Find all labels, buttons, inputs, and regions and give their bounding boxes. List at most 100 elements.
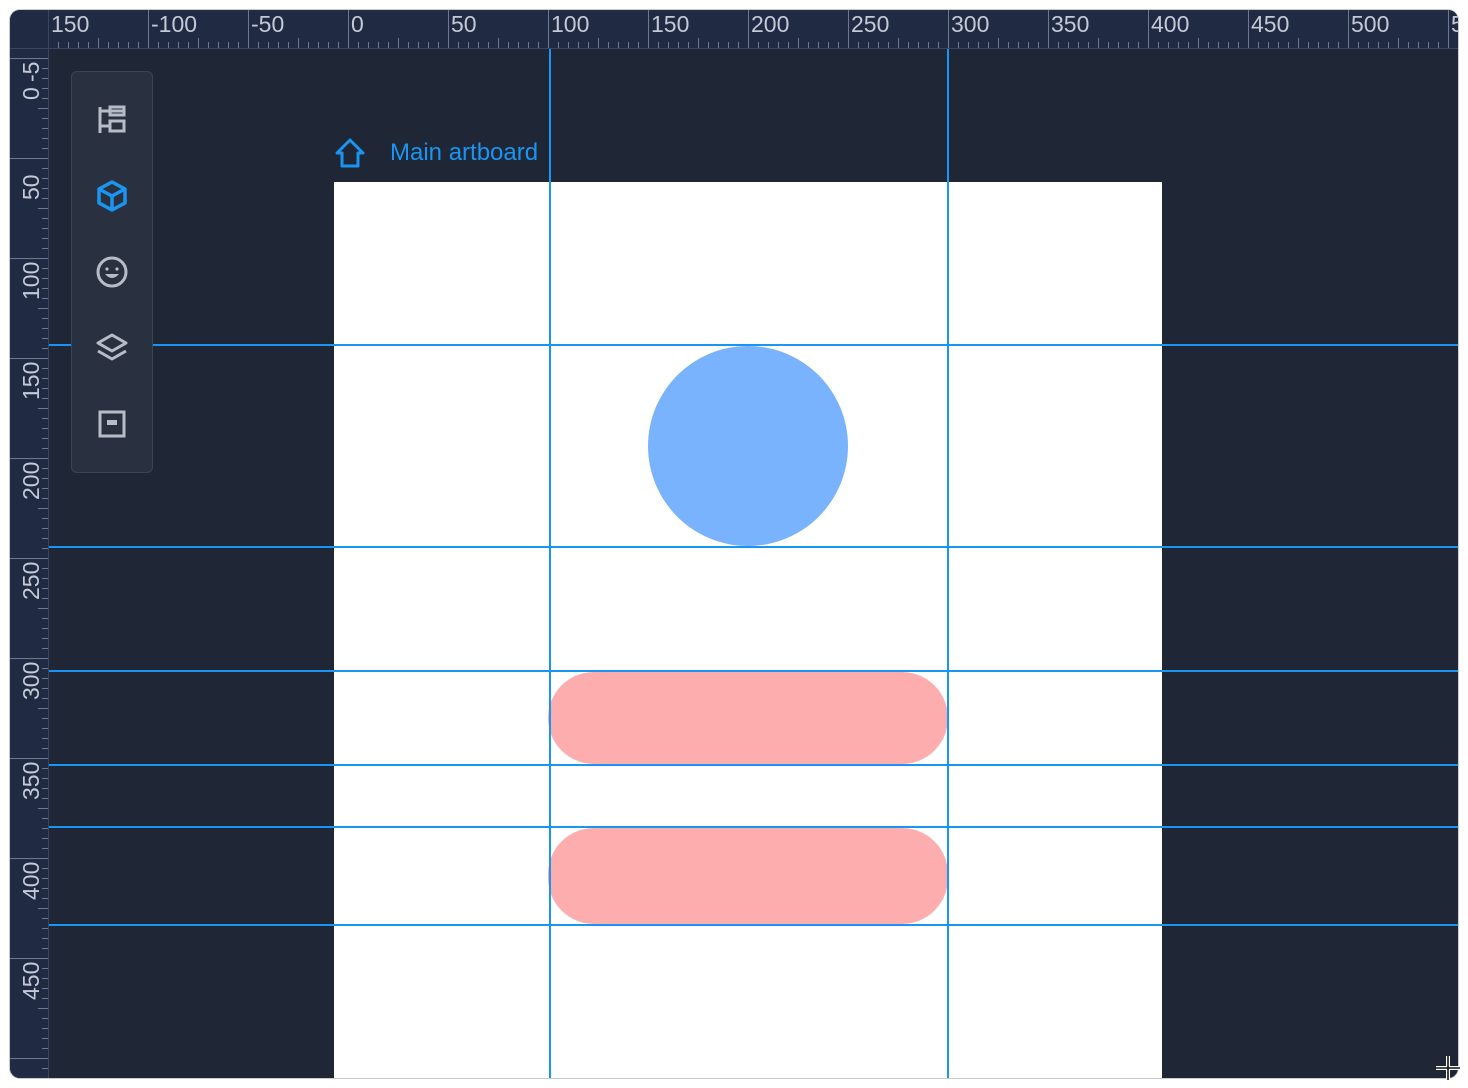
guide-vertical[interactable] [947, 10, 949, 1078]
pill-shape-1[interactable] [548, 672, 948, 764]
ruler-minor-tick [358, 42, 359, 48]
ruler-top-label: -100 [151, 11, 198, 37]
ruler-minor-tick [128, 42, 129, 48]
ruler-minor-tick [1298, 38, 1299, 48]
ruler-top-label: 500 [1351, 11, 1390, 37]
ruler-minor-tick [78, 42, 79, 48]
frame-icon[interactable] [90, 402, 134, 446]
ruler-minor-tick [42, 218, 48, 219]
ruler-minor-tick [618, 42, 619, 48]
ruler-minor-tick [818, 42, 819, 48]
vertical-ruler[interactable]: -5 0 50 100 150 200 250 300 350 400 450 [10, 48, 49, 1078]
ruler-minor-tick [788, 42, 789, 48]
ruler-minor-tick [42, 348, 48, 349]
ruler-minor-tick [158, 42, 159, 48]
left-toolbar [71, 71, 153, 473]
ruler-minor-tick [738, 42, 739, 48]
ruler-minor-tick [42, 928, 48, 929]
ruler-minor-tick [838, 42, 839, 48]
ruler-minor-tick [1368, 42, 1369, 48]
ruler-minor-tick [42, 538, 48, 539]
circle-shape[interactable] [648, 346, 848, 546]
ruler-minor-tick [88, 42, 89, 48]
ruler-major-tick [10, 158, 48, 159]
guide-horizontal[interactable] [10, 826, 1458, 828]
ruler-minor-tick [98, 38, 99, 48]
artboard[interactable] [334, 182, 1162, 1078]
ruler-minor-tick [42, 518, 48, 519]
ruler-minor-tick [968, 42, 969, 48]
ruler-minor-tick [42, 618, 48, 619]
ruler-minor-tick [208, 42, 209, 48]
ruler-minor-tick [42, 828, 48, 829]
emoji-icon[interactable] [90, 250, 134, 294]
ruler-minor-tick [528, 42, 529, 48]
ruler-minor-tick [298, 38, 299, 48]
ruler-major-tick [10, 1058, 48, 1059]
horizontal-ruler[interactable]: 150 -100 -50 0 50 100 150 200 250 300 350 400 450 500… [48, 10, 1458, 49]
ruler-minor-tick [1158, 42, 1159, 48]
ruler-minor-tick [42, 838, 48, 839]
ruler-minor-tick [42, 738, 48, 739]
ruler-minor-tick [42, 1028, 48, 1029]
ruler-minor-tick [38, 1008, 48, 1009]
ruler-minor-tick [398, 38, 399, 48]
artboard-title[interactable]: Main artboard [334, 135, 538, 171]
ruler-minor-tick [1268, 42, 1269, 48]
ruler-minor-tick [278, 42, 279, 48]
ruler-minor-tick [598, 38, 599, 48]
ruler-major-tick [10, 958, 48, 959]
ruler-major-tick [10, 258, 48, 259]
ruler-top-label: -50 [251, 11, 285, 37]
ruler-minor-tick [42, 168, 48, 169]
guide-horizontal[interactable] [10, 764, 1458, 766]
ruler-minor-tick [42, 1038, 48, 1039]
guide-horizontal[interactable] [10, 546, 1458, 548]
ruler-minor-tick [328, 42, 329, 48]
ruler-minor-tick [108, 42, 109, 48]
guide-vertical[interactable] [549, 10, 551, 1078]
ruler-minor-tick [198, 38, 199, 48]
ruler-minor-tick [1328, 42, 1329, 48]
ruler-minor-tick [118, 42, 119, 48]
ruler-major-tick [148, 10, 149, 48]
ruler-minor-tick [178, 42, 179, 48]
ruler-minor-tick [428, 42, 429, 48]
layers-icon[interactable] [90, 326, 134, 370]
ruler-minor-tick [1068, 42, 1069, 48]
tree-icon[interactable] [90, 98, 134, 142]
ruler-minor-tick [42, 448, 48, 449]
ruler-minor-tick [418, 42, 419, 48]
ruler-minor-tick [1208, 42, 1209, 48]
ruler-minor-tick [1188, 42, 1189, 48]
ruler-major-tick [10, 758, 48, 759]
cube-icon[interactable] [90, 174, 134, 218]
ruler-minor-tick [68, 42, 69, 48]
ruler-minor-tick [708, 42, 709, 48]
ruler-major-tick [10, 558, 48, 559]
ruler-minor-tick [42, 718, 48, 719]
ruler-minor-tick [608, 42, 609, 48]
home-icon [334, 137, 366, 169]
ruler-minor-tick [38, 908, 48, 909]
ruler-minor-tick [42, 1068, 48, 1069]
ruler-minor-tick [898, 38, 899, 48]
guide-horizontal[interactable] [10, 670, 1458, 672]
ruler-minor-tick [928, 42, 929, 48]
ruler-top-label: 5 [1451, 11, 1458, 37]
ruler-top-label: 400 [1151, 11, 1190, 37]
design-canvas-window: Main artboard 150 -100 -50 0 50 100 150 200 250 3… [10, 10, 1458, 1078]
ruler-minor-tick [1388, 42, 1389, 48]
guide-horizontal[interactable] [10, 344, 1458, 346]
ruler-minor-tick [498, 38, 499, 48]
ruler-minor-tick [42, 148, 48, 149]
ruler-minor-tick [42, 438, 48, 439]
ruler-top-label: 100 [551, 11, 590, 37]
ruler-minor-tick [42, 1018, 48, 1019]
crosshair-cursor-icon [1436, 1056, 1460, 1080]
ruler-minor-tick [718, 42, 719, 48]
ruler-minor-tick [308, 42, 309, 48]
guide-horizontal[interactable] [10, 924, 1458, 926]
ruler-minor-tick [378, 42, 379, 48]
pill-shape-2[interactable] [548, 828, 948, 924]
